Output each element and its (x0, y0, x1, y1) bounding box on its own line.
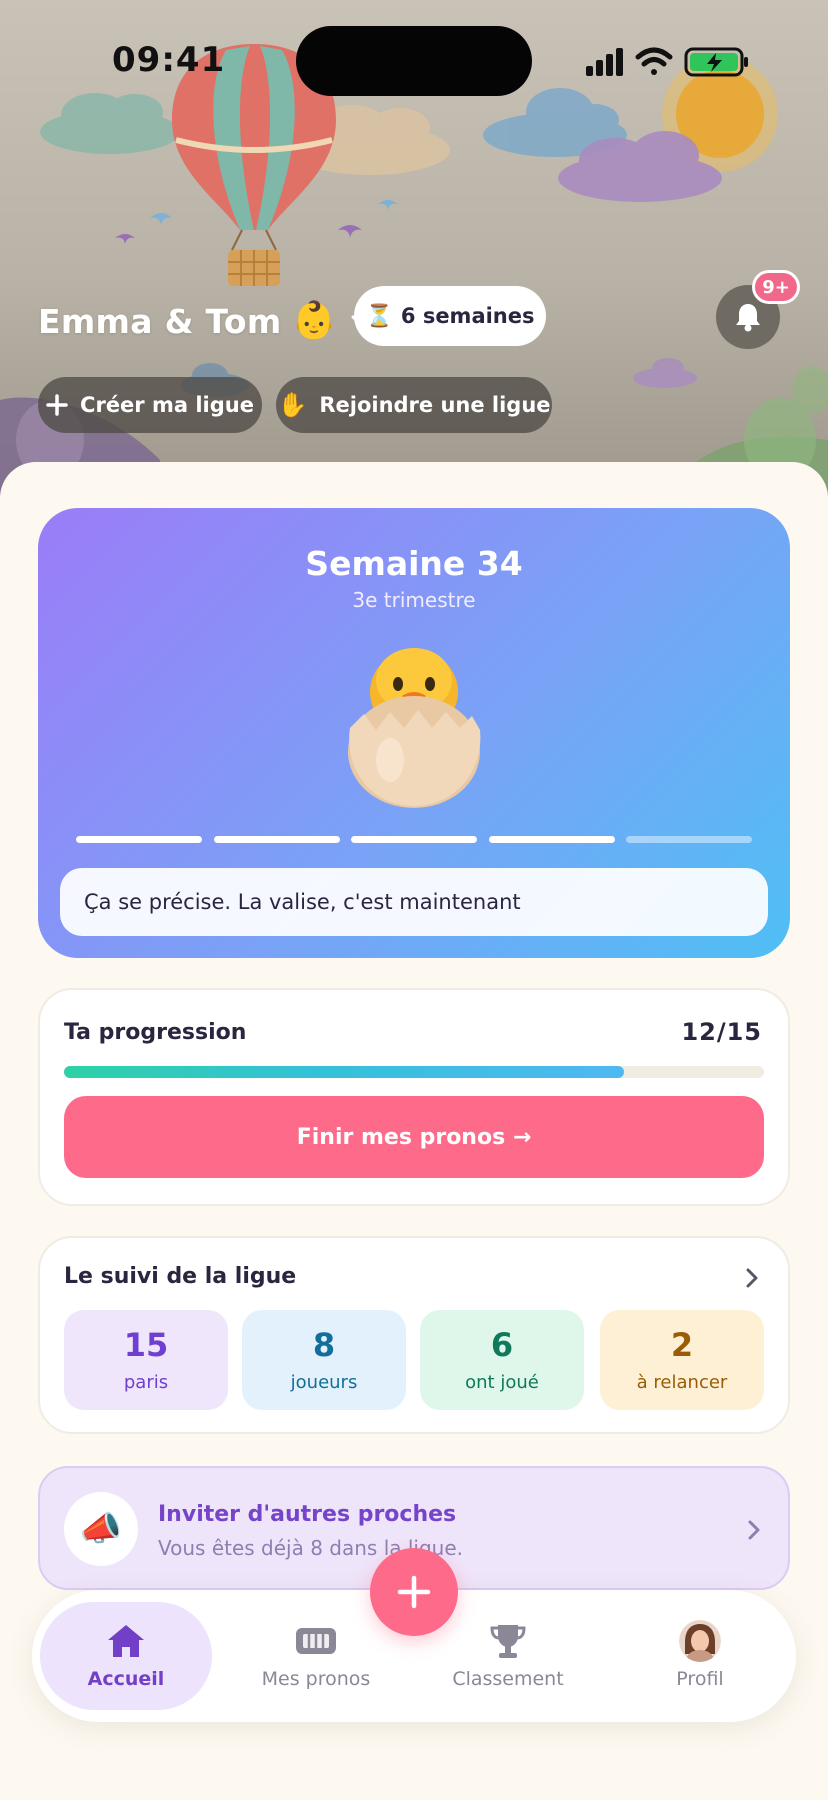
progress-segment (351, 836, 477, 843)
ticket-icon (296, 1628, 336, 1654)
couple-name: Emma & Tom (38, 301, 282, 341)
tab-home[interactable]: Accueil (40, 1602, 212, 1710)
league-tracking-title: Le suivi de la ligue (64, 1264, 297, 1289)
stat-value: 15 (123, 1326, 169, 1364)
tab-my-predictions[interactable]: Mes pronos (230, 1602, 402, 1710)
avatar (679, 1620, 721, 1662)
pregnancy-week-card[interactable]: Semaine 34 3e trimestre Ça se précise. L… (38, 508, 790, 958)
join-league-button[interactable]: ✋ Rejoindre une ligue (276, 377, 552, 433)
progress-segment (626, 836, 752, 843)
league-tracking-card[interactable]: Le suivi de la ligue 15 paris 8 joueurs … (38, 1236, 790, 1434)
progress-label: Ta progression (64, 1020, 247, 1045)
chevron-right-icon (748, 1520, 760, 1540)
stat-to-remind: 2 à relancer (600, 1310, 764, 1410)
week-title: Semaine 34 (305, 544, 523, 583)
join-league-label: Rejoindre une ligue (319, 393, 551, 417)
stat-value: 8 (312, 1326, 336, 1364)
tab-label: Classement (452, 1668, 564, 1690)
weeks-remaining-label: 6 semaines (400, 304, 535, 328)
raised-hand-icon: ✋ (277, 391, 308, 419)
megaphone-icon: 📣 (64, 1492, 138, 1566)
progress-bar-fill (64, 1066, 624, 1078)
status-clock: 09:41 (112, 40, 226, 80)
home-icon (108, 1625, 144, 1657)
stat-players: 8 joueurs (242, 1310, 406, 1410)
stat-played: 6 ont joué (420, 1310, 584, 1410)
bell-icon (736, 304, 760, 332)
chevron-right-icon (746, 1268, 758, 1288)
trimester-label: 3e trimestre (352, 588, 476, 612)
tab-label: Mes pronos (261, 1668, 371, 1690)
finish-predictions-button[interactable]: Finir mes pronos → (64, 1096, 764, 1178)
progress-segment (76, 836, 202, 843)
trophy-icon (490, 1625, 526, 1658)
add-prediction-button[interactable] (370, 1548, 458, 1636)
week-tip: Ça se précise. La valise, c'est maintena… (60, 868, 768, 936)
plus-icon (397, 1575, 431, 1609)
tab-profile[interactable]: Profil (614, 1602, 786, 1710)
cellular-signal-icon (586, 48, 623, 76)
weeks-remaining-pill[interactable]: ⏳ 6 semaines (354, 286, 546, 346)
tab-label: Profil (676, 1668, 724, 1690)
progress-segment (214, 836, 340, 843)
stat-value: 6 (490, 1326, 514, 1364)
create-league-button[interactable]: Créer ma ligue (38, 377, 262, 433)
hatching-chick-icon (348, 648, 481, 808)
couple-selector[interactable]: Emma & Tom 👶 (38, 286, 374, 356)
progress-card: Ta progression 12/15 Finir mes pronos → (38, 988, 790, 1206)
notifications-badge: 9+ (752, 270, 800, 304)
progress-count: 12/15 (681, 1018, 762, 1046)
progress-segment (489, 836, 615, 843)
hourglass-icon: ⏳ (365, 303, 393, 329)
stat-label: à relancer (636, 1372, 728, 1393)
dynamic-island (296, 26, 532, 96)
plus-icon (46, 394, 68, 416)
stat-label: joueurs (290, 1372, 358, 1393)
progress-bar (64, 1066, 764, 1078)
status-bar: 09:41 (0, 0, 828, 110)
baby-icon: 👶 (291, 300, 337, 341)
stat-label: paris (123, 1372, 169, 1393)
header-illustration: 09:41 Emma & Tom 👶 ⏳ 6 semaines 9+ Créer… (0, 0, 828, 500)
invite-title: Inviter d'autres proches (158, 1502, 457, 1527)
create-league-label: Créer ma ligue (80, 393, 254, 417)
battery-charging-icon (684, 47, 748, 77)
stat-bets: 15 paris (64, 1310, 228, 1410)
wifi-icon (635, 47, 673, 75)
status-icons (586, 47, 748, 77)
stat-label: ont joué (465, 1372, 539, 1393)
tab-label: Accueil (87, 1668, 165, 1690)
week-progress-segments (76, 836, 752, 844)
stat-value: 2 (670, 1326, 694, 1364)
